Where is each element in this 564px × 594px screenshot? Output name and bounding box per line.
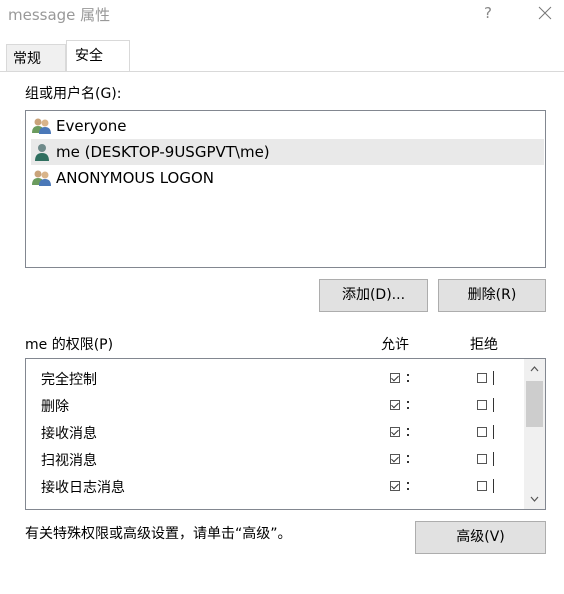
user-icon	[35, 144, 49, 161]
deny-checkbox[interactable]	[477, 400, 487, 410]
permission-row: 接收消息	[26, 419, 524, 446]
user-list[interactable]: Everyone me (DESKTOP-9USGPVT\me) ANONYMO…	[25, 110, 546, 268]
permission-name: 接收日志消息	[41, 480, 125, 496]
permission-name: 接收消息	[41, 426, 97, 442]
permission-name: 扫视消息	[41, 453, 97, 469]
title-bar: message 属性 ?	[0, 0, 564, 30]
tab-bar: 常规 安全	[0, 40, 564, 72]
allow-checkbox-edge	[407, 371, 410, 385]
deny-checkbox-edge	[493, 398, 496, 412]
deny-checkbox-edge	[493, 425, 496, 439]
permission-row: 扫视消息	[26, 446, 524, 473]
deny-checkbox-edge	[493, 452, 496, 466]
advanced-hint: 有关特殊权限或高级设置，请单击“高级”。	[25, 526, 292, 542]
close-button[interactable]	[530, 0, 560, 30]
scroll-thumb[interactable]	[526, 381, 543, 427]
permission-name: 完全控制	[41, 372, 97, 388]
window-title: message 属性	[8, 6, 111, 24]
chevron-up-icon	[530, 366, 539, 372]
scroll-up-button[interactable]	[524, 359, 545, 379]
add-button[interactable]: 添加(D)...	[319, 279, 428, 312]
allow-checkbox-edge	[407, 452, 410, 466]
group-list-label: 组或用户名(G):	[25, 86, 122, 102]
group-icon	[32, 118, 51, 134]
deny-checkbox[interactable]	[477, 373, 487, 383]
deny-checkbox[interactable]	[477, 454, 487, 464]
list-item-me[interactable]: me (DESKTOP-9USGPVT\me)	[31, 139, 544, 165]
permission-row: 完全控制	[26, 365, 524, 392]
chevron-down-icon	[530, 496, 539, 502]
scroll-down-button[interactable]	[524, 489, 545, 509]
user-name: ANONYMOUS LOGON	[56, 169, 214, 187]
deny-checkbox[interactable]	[477, 427, 487, 437]
remove-button[interactable]: 删除(R)	[438, 279, 546, 312]
list-item-anonymous-logon[interactable]: ANONYMOUS LOGON	[31, 165, 544, 191]
allow-column-header: 允许	[381, 337, 409, 353]
allow-checkbox-edge	[407, 398, 410, 412]
permissions-list[interactable]: 完全控制 删除 接收消息 扫视消息 接收日志消息	[25, 358, 546, 510]
allow-checkbox-edge	[407, 479, 410, 493]
allow-checkbox[interactable]	[390, 373, 400, 383]
deny-column-header: 拒绝	[470, 337, 498, 353]
tab-general[interactable]: 常规	[6, 44, 66, 72]
advanced-button[interactable]: 高级(V)	[415, 521, 546, 554]
allow-checkbox[interactable]	[390, 454, 400, 464]
allow-checkbox[interactable]	[390, 481, 400, 491]
tab-divider	[0, 71, 564, 72]
user-name: Everyone	[56, 117, 127, 135]
tab-security[interactable]: 安全	[66, 40, 130, 72]
permissions-label: me 的权限(P)	[25, 337, 114, 353]
permissions-scrollbar[interactable]	[524, 359, 545, 509]
allow-checkbox-edge	[407, 425, 410, 439]
deny-checkbox[interactable]	[477, 481, 487, 491]
help-button[interactable]: ?	[474, 0, 502, 30]
permission-name: 删除	[41, 399, 69, 415]
close-icon	[538, 6, 552, 20]
user-name: me (DESKTOP-9USGPVT\me)	[56, 143, 270, 161]
deny-checkbox-edge	[493, 479, 496, 493]
allow-checkbox[interactable]	[390, 427, 400, 437]
permission-row: 接收日志消息	[26, 473, 524, 500]
deny-checkbox-edge	[493, 371, 496, 385]
permission-row: 删除	[26, 392, 524, 419]
list-item-everyone[interactable]: Everyone	[31, 113, 544, 139]
allow-checkbox[interactable]	[390, 400, 400, 410]
group-icon	[32, 170, 51, 186]
